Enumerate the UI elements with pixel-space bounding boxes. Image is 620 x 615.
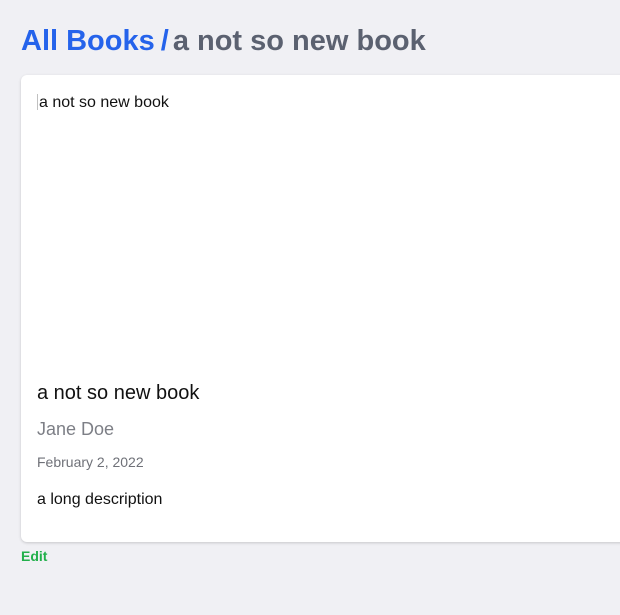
- book-title: a not so new book: [37, 382, 200, 404]
- breadcrumb: All Books / a not so new book: [21, 22, 426, 60]
- all-books-link[interactable]: All Books: [21, 25, 155, 57]
- book-detail-page: All Books / a not so new book a not so new…: [0, 0, 620, 615]
- breadcrumb-separator: /: [160, 25, 169, 57]
- book-card: a not so new book a not so new book Jane…: [21, 75, 620, 542]
- book-author: Jane Doe: [37, 419, 115, 439]
- breadcrumb-current-book: a not so new book: [172, 25, 426, 57]
- edit-link[interactable]: Edit: [21, 547, 47, 565]
- book-date: February 2, 2022: [37, 454, 144, 470]
- book-description: a long description: [37, 491, 163, 508]
- book-cover-image: a not so new book: [37, 92, 337, 347]
- book-cover-alt-text: a not so new book: [39, 94, 169, 111]
